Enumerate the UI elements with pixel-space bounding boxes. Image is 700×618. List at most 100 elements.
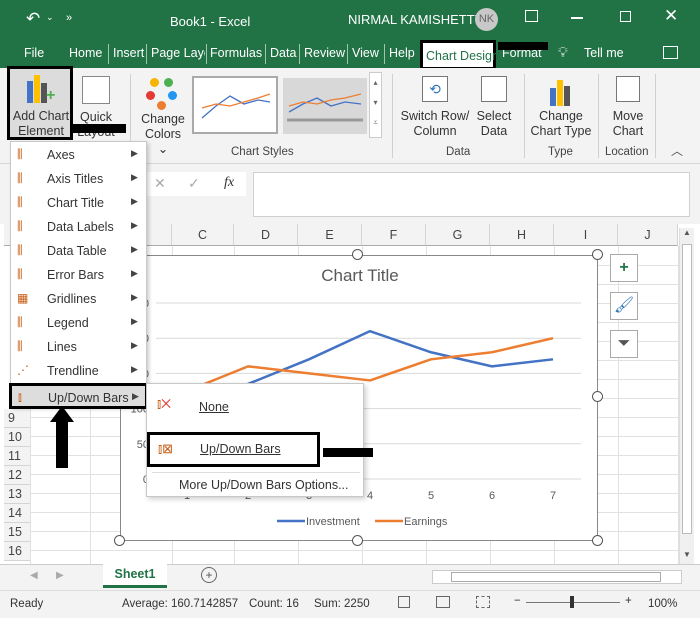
tab-chart-design[interactable]: Chart Design — [426, 49, 499, 63]
scroll-thumb[interactable] — [682, 244, 692, 534]
cell-gridline — [30, 550, 678, 551]
lightbulb-icon: 💡︎ — [558, 44, 568, 60]
tab-file[interactable]: File — [24, 46, 44, 60]
resize-handle[interactable] — [592, 391, 603, 402]
column-header-j[interactable]: J — [618, 224, 678, 246]
undo-icon[interactable]: ↶ — [26, 9, 40, 29]
row-header-13[interactable]: 13 — [4, 485, 30, 504]
row-header-16[interactable]: 16 — [4, 542, 30, 561]
normal-view-icon[interactable] — [398, 596, 410, 608]
add-sheet-icon[interactable]: + — [201, 567, 217, 583]
column-header-d[interactable]: D — [234, 224, 298, 246]
menu-item-trendline[interactable]: ⋰ Trendline ▶ — [11, 359, 146, 383]
menu-item-up-down-bars[interactable]: ⫾⊠ Up/Down Bars — [147, 432, 320, 467]
horizontal-scrollbar[interactable] — [432, 570, 682, 584]
menu-item-error-bars[interactable]: ⫼ Error Bars ▶ — [11, 263, 146, 287]
column-header-c[interactable]: C — [172, 224, 234, 246]
tab-review[interactable]: Review — [304, 46, 345, 60]
menu-item-axes[interactable]: ⫼ Axes ▶ — [11, 143, 146, 167]
column-header-h[interactable]: H — [490, 224, 554, 246]
cancel-icon[interactable]: ✕ — [154, 175, 166, 192]
tab-help[interactable]: Help — [389, 46, 415, 60]
collapse-ribbon-icon[interactable]: ︿ — [671, 142, 683, 159]
status-average[interactable]: Average: 160.7142857 — [122, 598, 238, 610]
chart-type-icon — [530, 76, 592, 109]
sheet-tab-sheet1[interactable]: Sheet1 — [103, 564, 167, 588]
menu-item-axis-titles[interactable]: ⫼ Axis Titles ▶ — [11, 167, 146, 191]
column-header-g[interactable]: G — [426, 224, 490, 246]
status-count[interactable]: Count: 16 — [249, 598, 299, 610]
zoom-in-icon[interactable]: + — [625, 595, 632, 607]
chart-title[interactable]: Chart Title — [121, 266, 599, 286]
user-name[interactable]: NIRMAL KAMISHETTY — [348, 12, 483, 27]
add-chart-element-button[interactable]: + Add ChartElement ⌄ — [7, 66, 73, 153]
status-ready: Ready — [10, 598, 44, 610]
error-bars-icon: ⫼ — [17, 267, 23, 281]
switch-row-column-button[interactable]: ⟲ Switch Row/Column — [400, 76, 470, 139]
menu-item-up-down-bars[interactable]: ⫾ Up/Down Bars ▶ — [9, 383, 148, 409]
zoom-out-icon[interactable]: − — [514, 595, 521, 607]
tab-insert[interactable]: Insert — [113, 46, 144, 60]
chart-styles-scroll[interactable]: ▴ ▾ ⩡ — [369, 72, 382, 138]
ribbon-display-icon[interactable] — [525, 10, 538, 22]
maximize-icon[interactable] — [620, 11, 631, 22]
close-icon[interactable]: ✕ — [664, 6, 678, 26]
avatar[interactable]: NK — [475, 8, 498, 31]
row-header-11[interactable]: 11 — [4, 447, 30, 466]
resize-handle[interactable] — [114, 535, 125, 546]
status-sum[interactable]: Sum: 2250 — [314, 598, 370, 610]
chart-elements-plus-icon[interactable]: + — [610, 254, 638, 282]
chart-style-1[interactable] — [192, 76, 278, 134]
row-header-9[interactable]: 9 — [4, 409, 30, 428]
prev-sheet-icon[interactable]: ◀ — [30, 570, 38, 581]
resize-handle[interactable] — [352, 249, 363, 260]
menu-item-legend[interactable]: ⫼ Legend ▶ — [11, 311, 146, 335]
zoom-level[interactable]: 100% — [648, 598, 677, 610]
tab-chart-design-highlight[interactable]: Chart Design — [420, 40, 499, 70]
row-header-10[interactable]: 10 — [4, 428, 30, 447]
tab-home[interactable]: Home — [69, 46, 102, 60]
tab-page-layout[interactable]: Page Layo — [151, 46, 205, 60]
resize-handle[interactable] — [592, 249, 603, 260]
menu-item-gridlines[interactable]: ▦ Gridlines ▶ — [11, 287, 146, 311]
page-break-view-icon[interactable] — [476, 596, 490, 608]
chart-styles-brush-icon[interactable]: 🖌︎ — [610, 292, 638, 320]
insert-function-button[interactable]: fx — [224, 175, 234, 191]
tab-data[interactable]: Data — [270, 46, 296, 60]
tell-me-search[interactable]: Tell me — [584, 46, 624, 60]
row-header-15[interactable]: 15 — [4, 523, 30, 542]
column-header-f[interactable]: F — [362, 224, 426, 246]
zoom-slider-thumb[interactable] — [570, 596, 574, 608]
submenu-arrow-icon: ▶ — [131, 364, 138, 374]
minimize-icon[interactable] — [571, 17, 583, 19]
menu-item-lines[interactable]: ⫼ Lines ▶ — [11, 335, 146, 359]
chart-style-2[interactable] — [283, 78, 367, 134]
data-table-icon: ⫼ — [17, 243, 23, 257]
change-chart-type-button[interactable]: Change Chart Type — [530, 76, 592, 139]
tab-view[interactable]: View — [352, 46, 379, 60]
row-header-12[interactable]: 12 — [4, 466, 30, 485]
switch-icon: ⟲ — [422, 76, 448, 102]
menu-item-data-labels[interactable]: ⫼ Data Labels ▶ — [11, 215, 146, 239]
comments-icon[interactable] — [663, 46, 678, 59]
undo-dropdown-icon[interactable]: ⌄ — [46, 12, 54, 23]
resize-handle[interactable] — [592, 535, 603, 546]
column-header-i[interactable]: I — [554, 224, 618, 246]
vertical-scrollbar[interactable]: ▲ ▼ — [679, 228, 694, 564]
tab-formulas[interactable]: Formulas — [210, 46, 262, 60]
menu-item-none[interactable]: ⫾✕ None — [147, 392, 363, 422]
menu-item-data-table[interactable]: ⫼ Data Table ▶ — [11, 239, 146, 263]
menu-item-chart-title[interactable]: ⫼ Chart Title ▶ — [11, 191, 146, 215]
resize-handle[interactable] — [352, 535, 363, 546]
move-chart-button[interactable]: Move Chart — [604, 76, 652, 139]
more-up-down-bars-options[interactable]: More Up/Down Bars Options... — [179, 478, 349, 492]
select-data-button[interactable]: Select Data — [474, 76, 514, 139]
next-sheet-icon[interactable]: ▶ — [56, 570, 64, 581]
enter-icon[interactable]: ✓ — [188, 175, 200, 192]
column-header-e[interactable]: E — [298, 224, 362, 246]
formula-input[interactable] — [253, 172, 690, 217]
qat-more[interactable]: » — [66, 12, 72, 24]
row-header-14[interactable]: 14 — [4, 504, 30, 523]
page-layout-view-icon[interactable] — [436, 596, 450, 608]
chart-filter-icon[interactable]: ⏷ — [610, 330, 638, 358]
